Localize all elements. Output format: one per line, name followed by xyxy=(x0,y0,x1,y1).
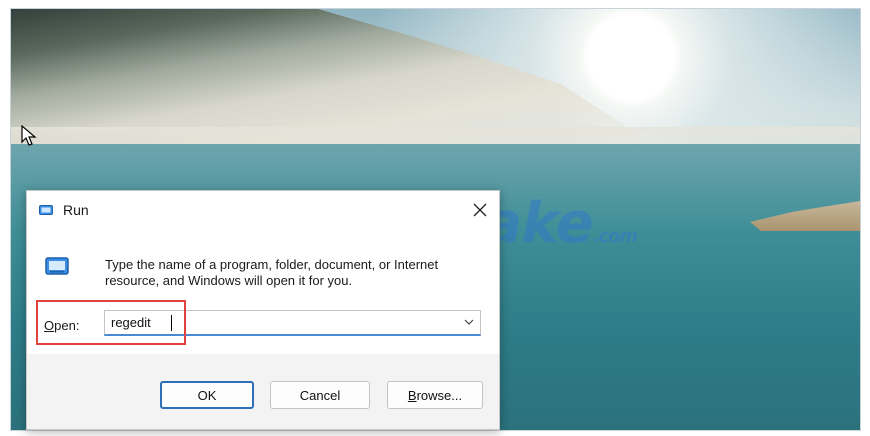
browse-button[interactable]: Browse... xyxy=(387,381,483,409)
run-dialog: Run Type the name of a program, folder, … xyxy=(26,190,500,430)
cancel-button[interactable]: Cancel xyxy=(270,381,370,409)
close-icon xyxy=(473,203,487,217)
description-text: Type the name of a program, folder, docu… xyxy=(105,257,439,288)
dropdown-arrow[interactable] xyxy=(464,315,474,329)
run-app-icon xyxy=(39,205,53,215)
close-button[interactable] xyxy=(465,195,495,225)
mouse-pointer-icon xyxy=(21,125,37,146)
ok-button[interactable]: OK xyxy=(160,381,254,409)
run-program-icon xyxy=(45,257,69,275)
title-bar[interactable]: Run xyxy=(27,191,499,229)
window-title: Run xyxy=(63,202,89,218)
chevron-down-icon xyxy=(464,319,474,325)
annotation-highlight-box xyxy=(36,300,186,345)
